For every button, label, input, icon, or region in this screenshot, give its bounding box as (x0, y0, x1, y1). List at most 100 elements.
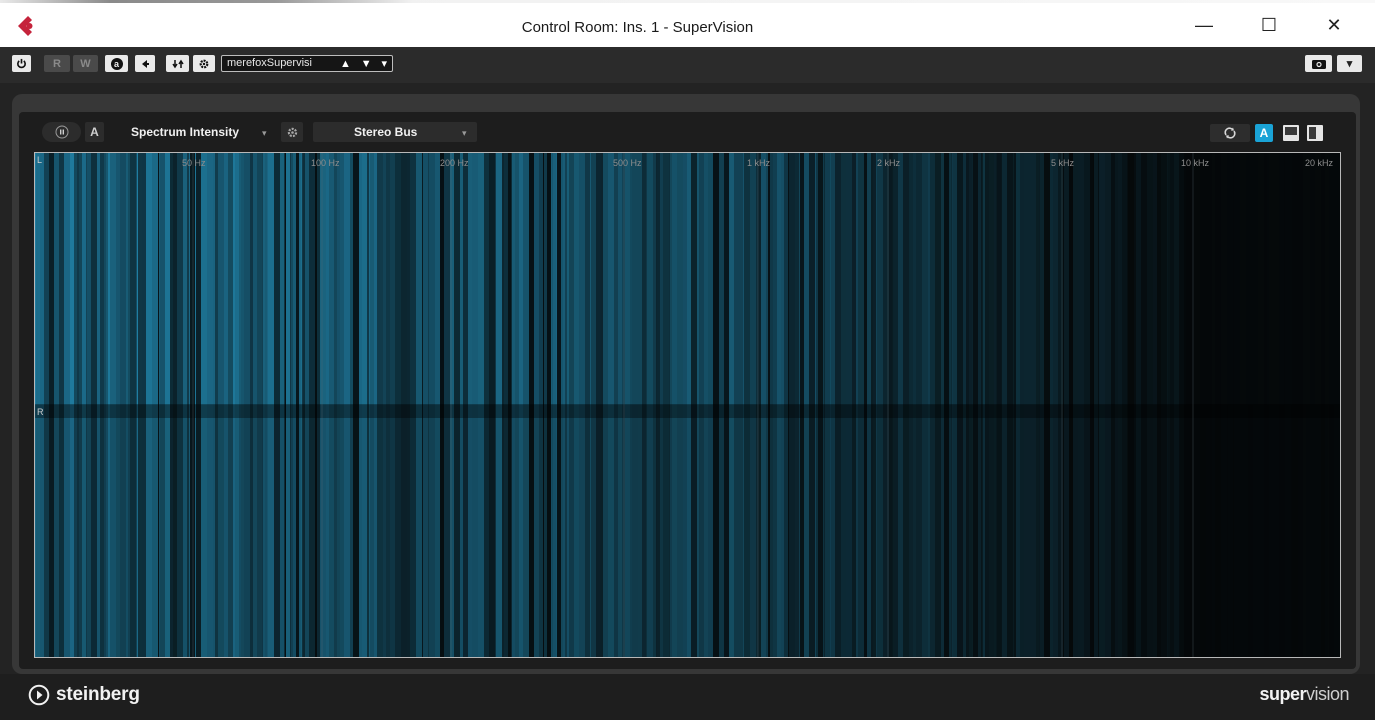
spectrum-band-left (187, 153, 189, 405)
snapshot-button[interactable] (1305, 55, 1332, 72)
write-automation-button[interactable]: W (73, 55, 98, 72)
spectrum-band-right (435, 405, 440, 657)
source-chevron-icon[interactable]: ▾ (462, 128, 467, 139)
power-button[interactable] (12, 55, 31, 72)
spectrum-band-right (1153, 405, 1155, 657)
spectrum-band-right (285, 405, 286, 657)
spectrum-band-right (86, 405, 87, 657)
spectrum-band-left (159, 153, 160, 405)
module-settings-button[interactable] (281, 122, 303, 142)
arrow-left-button[interactable] (135, 55, 155, 72)
spectrum-band-left (519, 153, 523, 405)
layer-a-toggle[interactable]: A (1255, 124, 1273, 142)
spectrum-band-right (824, 405, 825, 657)
spectrum-band-right (265, 405, 267, 657)
spectrum-band-right (804, 405, 809, 657)
pause-button[interactable] (42, 122, 81, 142)
spectrum-band-left (1174, 153, 1179, 405)
spectrum-band-right (1155, 405, 1157, 657)
spectrum-band-left (669, 153, 670, 405)
spectrum-band-left (1315, 153, 1321, 405)
spectrum-band-right (1053, 405, 1058, 657)
spectrum-band-right (1090, 405, 1093, 657)
spectrum-band-right (672, 405, 677, 657)
spectrum-band-left (1321, 153, 1325, 405)
spectrum-band-left (291, 153, 293, 405)
spectrum-band-left (614, 153, 618, 405)
spectrum-band-left (1122, 153, 1127, 405)
spectrum-band-right (160, 405, 165, 657)
spectrum-band-right (823, 405, 824, 657)
maximize-button[interactable]: ☐ (1246, 8, 1292, 42)
spectrum-band-right (201, 405, 207, 657)
spectrum-band-right (687, 405, 691, 657)
spectrum-band-right (428, 405, 429, 657)
spectrum-intensity-graph (35, 153, 1340, 657)
spectrum-band-right (981, 405, 982, 657)
spectrum-band-right (835, 405, 841, 657)
spectrum-band-right (867, 405, 871, 657)
layout-right-button[interactable] (1306, 124, 1324, 142)
spectrum-band-left (253, 153, 257, 405)
spectrum-band-right (625, 405, 630, 657)
layout-bottom-button[interactable] (1282, 124, 1300, 142)
spectrum-band-left (930, 153, 935, 405)
minimize-button[interactable]: — (1181, 8, 1227, 42)
sync-button[interactable] (1210, 124, 1250, 142)
spectrum-band-right (561, 405, 563, 657)
spectrum-band-right (1167, 405, 1168, 657)
preset-menu-icon[interactable]: ▾ (382, 57, 388, 70)
spectrum-band-left (625, 153, 630, 405)
spectrum-band-left (97, 153, 100, 405)
spectrum-band-left (196, 153, 201, 405)
compare-button[interactable] (166, 55, 189, 72)
spectrum-band-left (49, 153, 54, 405)
spectrum-band-left (1036, 153, 1039, 405)
close-button[interactable]: ✕ (1311, 8, 1357, 42)
spectrum-band-right (468, 405, 472, 657)
spectrum-band-left (1063, 153, 1064, 405)
spectrum-band-left (495, 153, 496, 405)
display-type-chevron-icon[interactable]: ▾ (262, 128, 267, 139)
preset-down-icon[interactable]: ▼ (361, 58, 372, 70)
spectrum-band-right (949, 405, 951, 657)
spectrum-band-left (250, 153, 253, 405)
spectrum-band-right (815, 405, 816, 657)
spectrum-band-right (585, 405, 590, 657)
spectrum-band-left (440, 153, 444, 405)
spectrum-band-left (957, 153, 963, 405)
spectrum-band-left (1098, 153, 1099, 405)
spectrum-band-right (1186, 405, 1192, 657)
spectrum-band-left (985, 153, 989, 405)
snapshot-menu-button[interactable]: ▾ (1337, 55, 1362, 72)
spectrum-band-left (326, 153, 329, 405)
preset-selector[interactable]: merefoxSupervisi ▲ ▼ ▾ (221, 55, 393, 72)
compare-a-button[interactable]: A (85, 122, 104, 142)
freq-label: 50 Hz (182, 158, 206, 168)
preset-up-icon[interactable]: ▲ (340, 58, 351, 70)
spectrum-band-left (512, 153, 515, 405)
spectrum-band-right (104, 405, 106, 657)
spectrum-band-left (1306, 153, 1307, 405)
spectrum-band-left (302, 153, 303, 405)
spectrum-band-right (410, 405, 416, 657)
display-type-selector[interactable]: Spectrum Intensity (131, 125, 239, 139)
spectrum-band-right (177, 405, 183, 657)
spectrum-band-left (963, 153, 966, 405)
spectrum-band-left (1240, 153, 1246, 405)
minimize-icon: — (1195, 14, 1213, 35)
spectrum-band-left (704, 153, 708, 405)
read-automation-button[interactable]: R (44, 55, 70, 72)
spectrum-band-left (687, 153, 691, 405)
spectrum-band-right (1073, 405, 1078, 657)
spectrum-band-left (724, 153, 729, 405)
spectrum-band-right (630, 405, 632, 657)
spectrum-intensity-display[interactable]: 50 Hz 100 Hz 200 Hz 500 Hz 1 kHz 2 kHz 5… (34, 152, 1341, 658)
spectrum-band-left (996, 153, 997, 405)
spectrum-band-left (201, 153, 207, 405)
spectrum-band-left (647, 153, 653, 405)
spectrum-band-right (1285, 405, 1291, 657)
settings-button[interactable] (193, 55, 215, 72)
spectrum-band-left (369, 153, 370, 405)
auto-fade-button[interactable]: a (105, 55, 128, 72)
